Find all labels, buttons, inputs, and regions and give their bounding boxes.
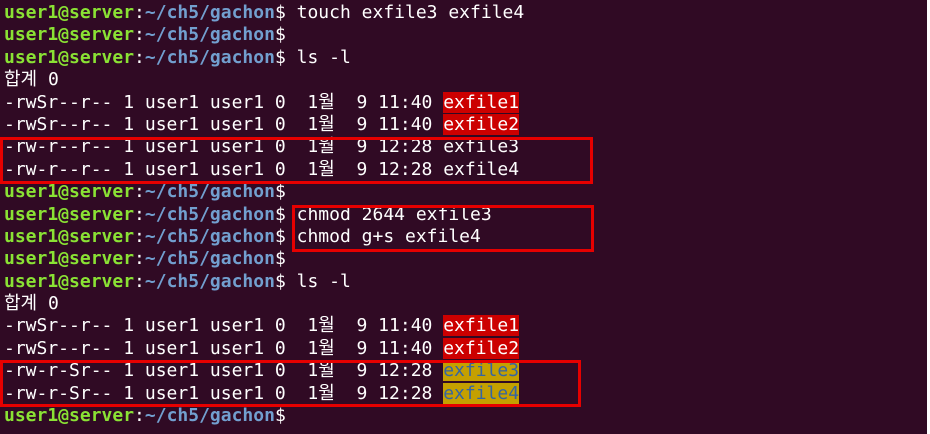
prompt-path: ~/ch5/gachon [144, 405, 275, 427]
file-listing-row: -rwSr--r-- 1 user1 user1 0 1월 9 11:40 ex… [4, 337, 927, 360]
prompt-path: ~/ch5/gachon [144, 181, 275, 203]
file-attributes: -rwSr--r-- 1 user1 user1 0 1월 9 11:40 [4, 113, 444, 135]
prompt-symbol: $ [274, 203, 297, 225]
prompt-symbol: $ [274, 2, 297, 23]
prompt-line: user1@server:~/ch5/gachon$ [4, 24, 927, 46]
prompt-colon: : [134, 181, 145, 203]
prompt-user-host: user1@server [4, 24, 135, 46]
total-line: 합계 0 [4, 69, 927, 91]
file-attributes: -rwSr--r-- 1 user1 user1 0 1월 9 11:40 [4, 315, 444, 337]
prompt-line: user1@server:~/ch5/gachon$ [4, 181, 927, 203]
prompt-path: ~/ch5/gachon [144, 270, 275, 292]
prompt-line: user1@server:~/ch5/gachon$ ls -l [4, 47, 927, 69]
file-listing-row: -rwSr--r-- 1 user1 user1 0 1월 9 11:40 ex… [4, 113, 927, 136]
command-text: touch exfile3 exfile4 [296, 2, 525, 23]
prompt-user-host: user1@server [4, 248, 135, 270]
file-listing-row: -rw-r-Sr-- 1 user1 user1 0 1월 9 12:28 ex… [4, 382, 927, 405]
prompt-line: user1@server:~/ch5/gachon$ chmod 2644 ex… [4, 204, 927, 226]
file-attributes: -rw-r-Sr-- 1 user1 user1 0 1월 9 12:28 [4, 360, 444, 382]
command-text: chmod g+s exfile4 [296, 225, 481, 247]
file-listing-row: -rwSr--r-- 1 user1 user1 0 1월 9 11:40 ex… [4, 315, 927, 337]
prompt-colon: : [134, 405, 145, 427]
prompt-path: ~/ch5/gachon [144, 24, 275, 46]
prompt-path: ~/ch5/gachon [144, 225, 275, 247]
file-name: exfile4 [443, 382, 520, 404]
output-text: 합계 0 [4, 293, 59, 315]
file-listing-row: -rw-r--r-- 1 user1 user1 0 1월 9 12:28 ex… [4, 136, 927, 158]
file-name: exfile2 [443, 113, 520, 135]
output-text: 합계 0 [4, 69, 59, 91]
file-name: exfile3 [443, 360, 520, 382]
prompt-path: ~/ch5/gachon [144, 248, 275, 270]
file-listing-row: -rwSr--r-- 1 user1 user1 0 1월 9 11:40 ex… [4, 91, 927, 114]
prompt-user-host: user1@server [4, 225, 135, 247]
prompt-line: user1@server:~/ch5/gachon$ ls -l [4, 271, 927, 293]
prompt-user-host: user1@server [4, 2, 135, 23]
prompt-user-host: user1@server [4, 181, 135, 203]
command-text: ls -l [296, 270, 351, 292]
prompt-symbol: $ [274, 46, 297, 68]
file-listing-row: -rw-r-Sr-- 1 user1 user1 0 1월 9 12:28 ex… [4, 360, 927, 382]
prompt-symbol: $ [274, 270, 297, 292]
prompt-user-host: user1@server [4, 405, 135, 427]
file-attributes: -rw-r-Sr-- 1 user1 user1 0 1월 9 12:28 [4, 382, 444, 404]
prompt-colon: : [134, 46, 145, 68]
file-attributes: -rwSr--r-- 1 user1 user1 0 1월 9 11:40 [4, 91, 444, 113]
command-text: ls -l [296, 46, 351, 68]
prompt-colon: : [134, 270, 145, 292]
prompt-colon: : [134, 2, 145, 23]
prompt-symbol: $ [274, 225, 297, 247]
prompt-user-host: user1@server [4, 270, 135, 292]
prompt-symbol: $ [274, 248, 297, 270]
file-attributes: -rw-r--r-- 1 user1 user1 0 1월 9 12:28 [4, 158, 444, 180]
prompt-path: ~/ch5/gachon [144, 2, 275, 23]
prompt-line: user1@server:~/ch5/gachon$ chmod g+s exf… [4, 226, 927, 248]
file-name: exfile3 [443, 136, 520, 158]
prompt-colon: : [134, 203, 145, 225]
prompt-colon: : [134, 24, 145, 46]
file-name: exfile1 [443, 315, 520, 337]
prompt-symbol: $ [274, 24, 297, 46]
prompt-path: ~/ch5/gachon [144, 46, 275, 68]
prompt-line: user1@server:~/ch5/gachon$ [4, 248, 927, 270]
prompt-colon: : [134, 225, 145, 247]
file-attributes: -rw-r--r-- 1 user1 user1 0 1월 9 12:28 [4, 136, 444, 158]
file-name: exfile4 [443, 158, 520, 180]
file-attributes: -rwSr--r-- 1 user1 user1 0 1월 9 11:40 [4, 337, 444, 359]
prompt-line: user1@server:~/ch5/gachon$ [4, 405, 927, 427]
file-listing-row: -rw-r--r-- 1 user1 user1 0 1월 9 12:28 ex… [4, 159, 927, 181]
prompt-symbol: $ [274, 181, 297, 203]
terminal-window[interactable]: user1@server:~/ch5/gachon$ touch exfile3… [0, 0, 927, 434]
file-name: exfile2 [443, 337, 520, 359]
total-line: 합계 0 [4, 293, 927, 315]
prompt-line: user1@server:~/ch5/gachon$ touch exfile3… [4, 2, 927, 24]
command-text: chmod 2644 exfile3 [296, 203, 492, 225]
prompt-user-host: user1@server [4, 46, 135, 68]
prompt-user-host: user1@server [4, 203, 135, 225]
prompt-colon: : [134, 248, 145, 270]
prompt-symbol: $ [274, 405, 297, 427]
file-name: exfile1 [443, 91, 520, 113]
terminal-output: user1@server:~/ch5/gachon$ touch exfile3… [4, 2, 927, 427]
prompt-path: ~/ch5/gachon [144, 203, 275, 225]
